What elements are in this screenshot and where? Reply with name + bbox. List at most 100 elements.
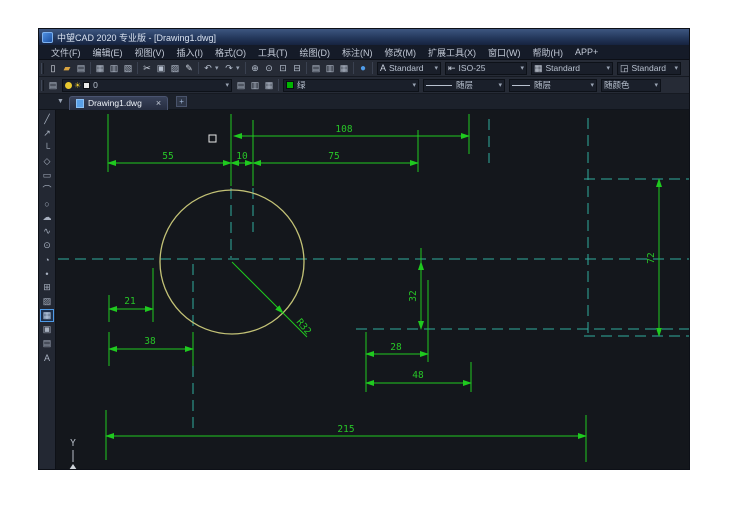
tab-close-icon[interactable]: ×	[156, 98, 161, 108]
menu-edit[interactable]: 编辑(E)	[87, 46, 129, 59]
save-icon[interactable]: ▤	[74, 62, 88, 75]
zoom-window-icon[interactable]: ⊡	[276, 62, 290, 75]
menu-help[interactable]: 帮助(H)	[527, 46, 570, 59]
design-center-icon[interactable]: ●	[356, 62, 370, 75]
tab-list-dropdown-icon[interactable]: ▼	[57, 98, 64, 105]
extension-lines	[106, 114, 586, 462]
polyline-icon[interactable]: └	[40, 141, 54, 154]
standard-toolbar: ▯ ▰ ▤ ▦ ▥ ▧ ✂ ▣ ▨ ✎ ↶ ▾ ↷ ▾ ⊕ ⊙ ⊡ ⊟ ▤ ▥ …	[39, 60, 689, 77]
toolbar-grip[interactable]	[41, 63, 44, 74]
linetype-combo[interactable]: 随层 ▾	[423, 79, 505, 92]
table-icon[interactable]: ▤	[40, 337, 54, 350]
layer-previous-icon[interactable]: ▥	[248, 79, 262, 92]
menu-express-tools[interactable]: 扩展工具(X)	[422, 46, 482, 59]
radius-label: R32	[294, 317, 313, 337]
menu-file[interactable]: 文件(F)	[45, 46, 87, 59]
make-object-layer-current-icon[interactable]: ▤	[234, 79, 248, 92]
insert-block-icon[interactable]: ⊞	[40, 281, 54, 294]
gradient-icon[interactable]: ▦	[40, 309, 54, 322]
dim-28: 28	[390, 342, 402, 353]
dim-32: 32	[408, 290, 419, 301]
lineweight-sample-icon	[512, 85, 530, 86]
zoom-previous-icon[interactable]: ⊟	[290, 62, 304, 75]
menu-tools[interactable]: 工具(T)	[252, 46, 294, 59]
dim-48: 48	[412, 370, 424, 381]
viewport-style-combo[interactable]: ◲ Standard ▾	[617, 62, 681, 75]
layer-states-icon[interactable]: ▦	[262, 79, 276, 92]
menu-app-plus[interactable]: APP+	[569, 47, 604, 57]
menu-draw[interactable]: 绘图(D)	[294, 46, 337, 59]
chevron-down-icon: ▾	[674, 64, 678, 72]
region-icon[interactable]: ▣	[40, 323, 54, 336]
undo-dropdown-icon[interactable]: ▾	[215, 64, 222, 72]
dim-style-combo[interactable]: ⇤ ISO-25 ▾	[445, 62, 527, 75]
menu-view[interactable]: 视图(V)	[129, 46, 171, 59]
lineweight-value: 随层	[534, 79, 587, 91]
zoom-realtime-icon[interactable]: ⊙	[262, 62, 276, 75]
circle-icon[interactable]: ○	[40, 197, 54, 210]
dim-38: 38	[144, 336, 156, 347]
menu-insert[interactable]: 插入(I)	[171, 46, 210, 59]
chevron-down-icon: ▾	[225, 81, 229, 89]
properties-palette-icon[interactable]: ▤	[309, 62, 323, 75]
match-properties-icon[interactable]: ✎	[182, 62, 196, 75]
layer-combo[interactable]: ☀ 0 ▾	[62, 79, 232, 92]
paste-icon[interactable]: ▨	[168, 62, 182, 75]
line-icon[interactable]: ╱	[40, 113, 54, 126]
arc-icon[interactable]: ⌒	[40, 183, 54, 196]
menu-window[interactable]: 窗口(W)	[482, 46, 527, 59]
ray-icon[interactable]: ↗	[40, 127, 54, 140]
dim-style-value: ISO-25	[459, 63, 518, 73]
mtext-icon[interactable]: A	[40, 351, 54, 364]
point-icon[interactable]: •	[40, 267, 54, 280]
drawing-canvas[interactable]: 108 55 10 75 21 38 28 48 215 32 72 R32	[56, 110, 690, 470]
dimension-lines[interactable]	[106, 136, 659, 436]
chevron-down-icon: ▾	[434, 64, 438, 72]
lineweight-combo[interactable]: 随层 ▾	[509, 79, 597, 92]
ellipse-icon[interactable]: ⊙	[40, 239, 54, 252]
preview-icon[interactable]: ▥	[107, 62, 121, 75]
rectangle-icon[interactable]: ▭	[40, 169, 54, 182]
viewport-style-value: Standard	[632, 63, 672, 73]
tab-label: Drawing1.dwg	[88, 98, 142, 108]
table-style-combo[interactable]: ▦ Standard ▾	[531, 62, 613, 75]
ellipse-arc-icon[interactable]: ◔	[40, 253, 54, 266]
tool-palettes-icon[interactable]: ▥	[323, 62, 337, 75]
undo-icon[interactable]: ↶	[201, 62, 215, 75]
chevron-down-icon: ▾	[498, 81, 502, 89]
color-combo[interactable]: 绿 ▾	[283, 79, 419, 92]
plot-style-combo[interactable]: 随颜色 ▾	[601, 79, 661, 92]
cut-icon[interactable]: ✂	[140, 62, 154, 75]
hatch-icon[interactable]: ▨	[40, 295, 54, 308]
new-drawing-icon[interactable]: +	[176, 96, 187, 107]
dim-215: 215	[337, 424, 354, 435]
tab-drawing1[interactable]: Drawing1.dwg ×	[69, 96, 168, 110]
dim-10: 10	[236, 151, 248, 162]
plot-icon[interactable]: ▦	[93, 62, 107, 75]
menu-dimension[interactable]: 标注(N)	[336, 46, 379, 59]
toolbar-grip[interactable]	[41, 80, 44, 91]
redo-icon[interactable]: ↷	[222, 62, 236, 75]
layer-properties-manager-icon[interactable]: ▤	[46, 79, 60, 92]
drawing-file-icon	[76, 99, 84, 108]
new-file-icon[interactable]: ▯	[46, 62, 60, 75]
layer-name-value: 0	[93, 80, 222, 90]
revision-cloud-icon[interactable]: ☁	[40, 211, 54, 224]
toolbar-separator	[245, 62, 246, 74]
menu-modify[interactable]: 修改(M)	[379, 46, 423, 59]
publish-icon[interactable]: ▧	[121, 62, 135, 75]
polygon-icon[interactable]: ◇	[40, 155, 54, 168]
copy-icon[interactable]: ▣	[154, 62, 168, 75]
redo-dropdown-icon[interactable]: ▾	[236, 64, 243, 72]
viewport-style-icon: ◲	[620, 63, 629, 74]
toolbar-separator	[372, 62, 373, 74]
open-folder-icon[interactable]: ▰	[60, 62, 74, 75]
color-value: 绿	[297, 79, 409, 91]
toolbar-separator	[198, 62, 199, 74]
pan-icon[interactable]: ⊕	[248, 62, 262, 75]
sheet-set-icon[interactable]: ▦	[337, 62, 351, 75]
text-style-combo[interactable]: A Standard ▾	[377, 62, 441, 75]
menu-format[interactable]: 格式(O)	[209, 46, 252, 59]
cursor-pickbox	[209, 135, 216, 142]
spline-icon[interactable]: ∿	[40, 225, 54, 238]
